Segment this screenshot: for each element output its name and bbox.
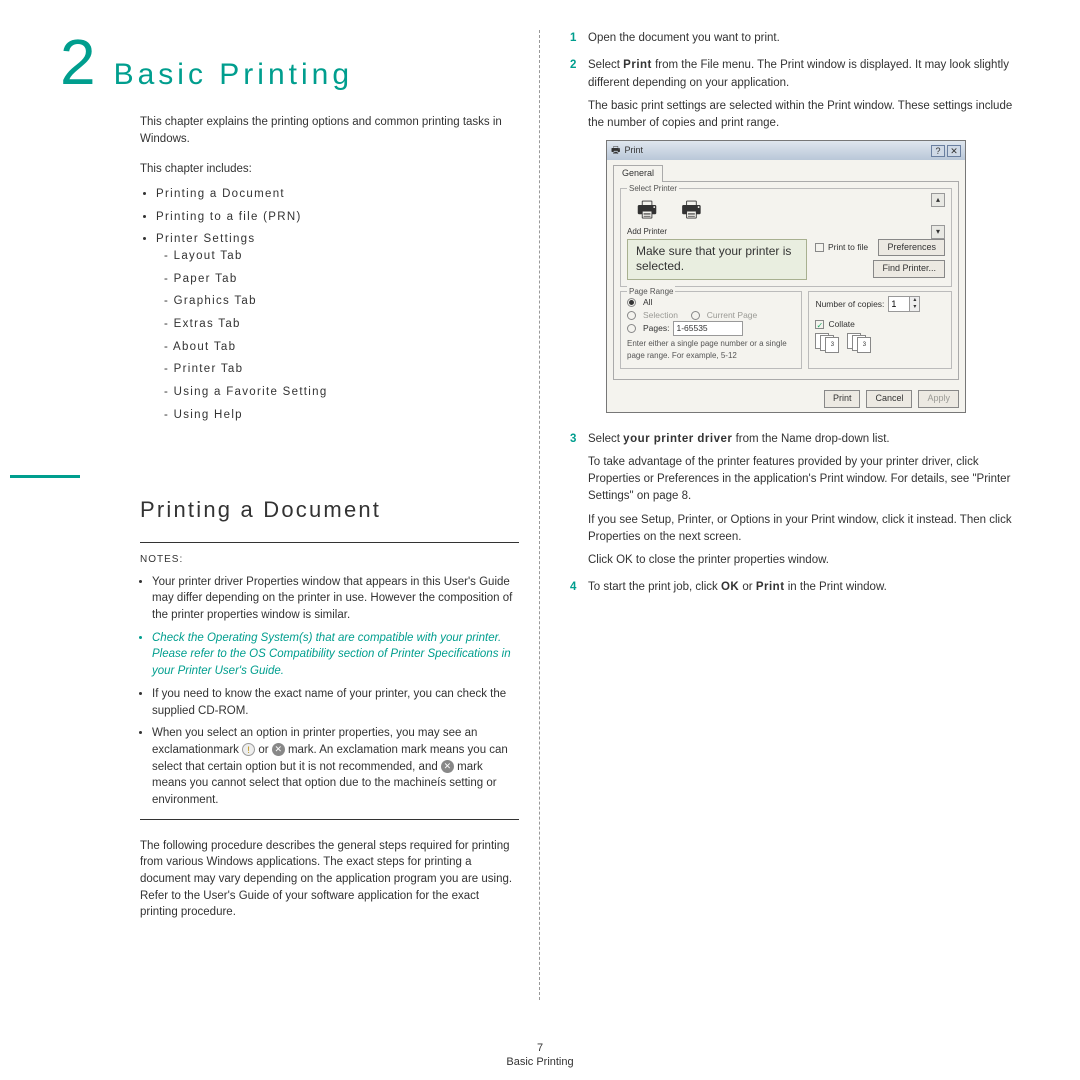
toc-item: Printing to a file (PRN) — [156, 209, 519, 226]
toc-item-label: Printer Settings — [156, 233, 255, 245]
step-number: 2 — [570, 57, 588, 426]
toc-subitem: Extras Tab — [164, 316, 519, 333]
notes-label: NOTES: — [140, 553, 519, 568]
step-text: The basic print settings are selected wi… — [588, 98, 1020, 133]
step-text: Select Print from the File menu. The Pri… — [588, 57, 1020, 92]
note-item: When you select an option in printer pro… — [152, 725, 519, 808]
page-footer: 7 Basic Printing — [0, 1042, 1080, 1068]
radio-all[interactable] — [627, 298, 636, 307]
step-number: 3 — [570, 431, 588, 576]
collate-checkbox[interactable] — [815, 320, 824, 329]
section-title: Printing a Document — [140, 494, 519, 526]
note-item: If you need to know the exact name of yo… — [152, 686, 519, 719]
toc-item: Printing a Document — [156, 186, 519, 203]
group-page-range: Page Range — [627, 286, 675, 298]
add-printer-icon: 🖶 — [627, 193, 667, 226]
collate-label: Collate — [828, 318, 854, 331]
pages-input[interactable]: 1-65535 — [673, 321, 743, 336]
tab-general[interactable]: General — [613, 165, 663, 182]
step-number: 1 — [570, 30, 588, 53]
toc-subitem: Layout Tab — [164, 248, 519, 265]
notes-rule — [140, 819, 519, 820]
toc-subitem: Paper Tab — [164, 271, 519, 288]
scroll-up-button[interactable]: ▴ — [931, 193, 945, 207]
printer-item[interactable]: 🖶 — [681, 193, 702, 226]
spin-up[interactable]: ▴ — [909, 297, 919, 304]
step-text: To start the print job, click OK or Prin… — [588, 579, 1020, 596]
error-icon: ✕ — [441, 760, 454, 773]
step-text: Click OK to close the printer properties… — [588, 552, 1020, 569]
printer-icon: 🖶 — [681, 193, 702, 226]
find-printer-button[interactable]: Find Printer... — [873, 260, 945, 278]
spin-down[interactable]: ▾ — [909, 304, 919, 311]
chapter-intro: This chapter explains the printing optio… — [140, 114, 519, 147]
step-text: Open the document you want to print. — [588, 30, 1020, 47]
radio-pages[interactable] — [627, 324, 636, 333]
preferences-button[interactable]: Preferences — [878, 239, 945, 257]
print-to-file-checkbox[interactable] — [815, 243, 824, 252]
notes-rule — [140, 542, 519, 543]
footer-title: Basic Printing — [506, 1056, 573, 1068]
print-dialog: 🖶 Print ? ✕ General — [606, 140, 966, 412]
print-to-file-label: Print to file — [828, 241, 868, 254]
printer-icon: 🖶 — [611, 143, 620, 158]
cancel-button[interactable]: Cancel — [866, 390, 912, 408]
section-divider — [10, 475, 80, 478]
step-text: To take advantage of the printer feature… — [588, 454, 1020, 506]
toc-list: Printing a Document Printing to a file (… — [156, 186, 519, 423]
step-number: 4 — [570, 579, 588, 602]
dialog-titlebar: 🖶 Print ? ✕ — [607, 141, 965, 160]
copies-input[interactable] — [889, 297, 909, 311]
group-select-printer: Select Printer — [627, 183, 679, 195]
toc-subitem: Using a Favorite Setting — [164, 384, 519, 401]
chapter-number: 2 — [60, 30, 96, 94]
procedure-intro: The following procedure describes the ge… — [140, 838, 519, 921]
radio-current-page[interactable] — [691, 311, 700, 320]
print-button[interactable]: Print — [824, 390, 861, 408]
toc-subitem: Graphics Tab — [164, 293, 519, 310]
scroll-down-button[interactable]: ▾ — [931, 225, 945, 239]
note-item: Your printer driver Properties window th… — [152, 574, 519, 624]
copies-spinner[interactable]: ▴▾ — [888, 296, 920, 312]
toc-sublist: Layout Tab Paper Tab Graphics Tab Extras… — [164, 248, 519, 423]
add-printer-item[interactable]: 🖶 Add Printer — [627, 193, 667, 238]
toc-subitem: About Tab — [164, 339, 519, 356]
close-button[interactable]: ✕ — [947, 145, 961, 157]
includes-label: This chapter includes: — [140, 161, 519, 178]
copies-label: Number of copies: — [815, 298, 884, 311]
dialog-title: Print — [624, 144, 643, 158]
help-button[interactable]: ? — [931, 145, 945, 157]
page-number: 7 — [0, 1042, 1080, 1054]
toc-subitem: Printer Tab — [164, 361, 519, 378]
step-text: Select your printer driver from the Name… — [588, 431, 1020, 448]
warning-icon: ! — [242, 743, 255, 756]
toc-item: Printer Settings Layout Tab Paper Tab Gr… — [156, 231, 519, 423]
radio-selection[interactable] — [627, 311, 636, 320]
apply-button[interactable]: Apply — [918, 390, 959, 408]
error-icon: ✕ — [272, 743, 285, 756]
callout-select-printer: Make sure that your printer is selected. — [627, 239, 807, 280]
collate-illustration: 123 123 — [815, 333, 945, 353]
page-range-hint: Enter either a single page number or a s… — [627, 338, 795, 362]
note-text: or — [258, 744, 271, 756]
notes-list: Your printer driver Properties window th… — [152, 574, 519, 809]
note-item-compat: Check the Operating System(s) that are c… — [152, 630, 519, 680]
step-text: If you see Setup, Printer, or Options in… — [588, 512, 1020, 547]
toc-subitem: Using Help — [164, 407, 519, 424]
chapter-title: Basic Printing — [114, 58, 353, 92]
